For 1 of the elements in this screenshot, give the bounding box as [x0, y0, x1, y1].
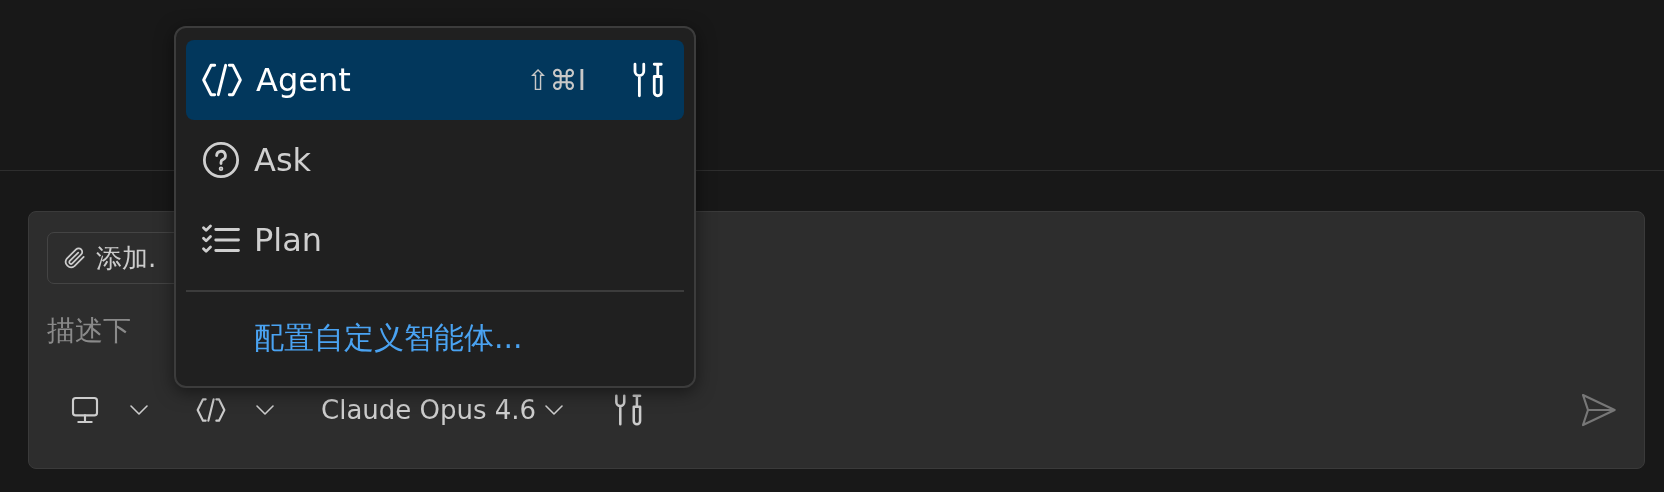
- shortcut-text: ⇧⌘I: [526, 63, 586, 97]
